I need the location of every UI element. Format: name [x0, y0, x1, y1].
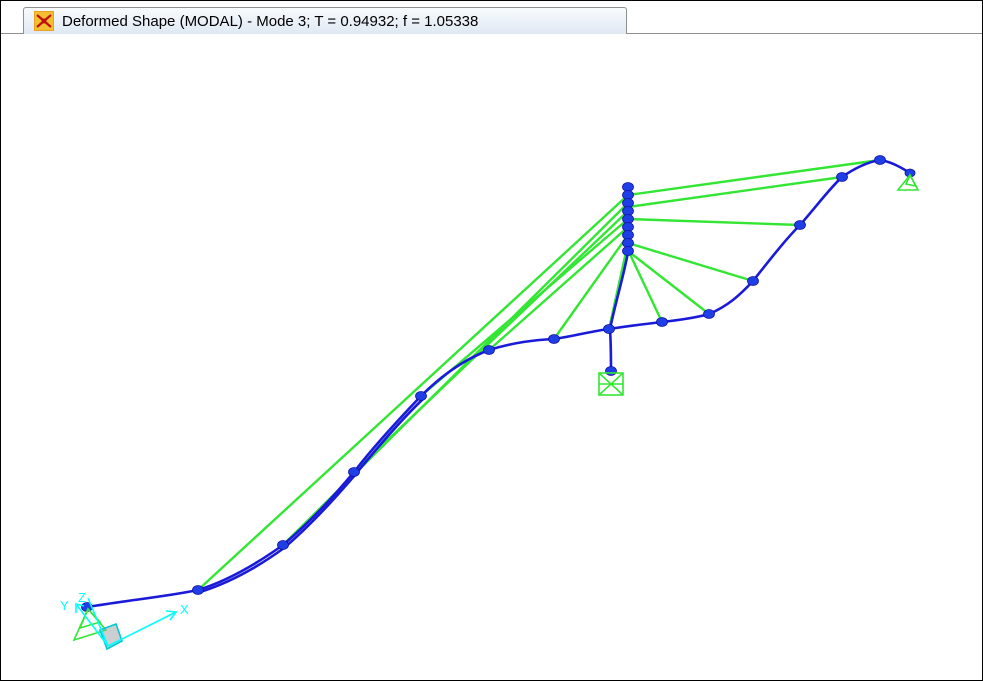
cable-group — [197, 158, 881, 591]
pin-support-icon[interactable] — [896, 173, 920, 191]
joint[interactable] — [622, 246, 634, 256]
deck-frame — [86, 158, 911, 609]
deformed-shape-drawing[interactable]: X Y Z — [0, 0, 983, 681]
x-axis-label: X — [180, 602, 189, 617]
cable — [626, 249, 664, 323]
joint[interactable] — [277, 540, 289, 550]
cable — [353, 210, 629, 473]
joint[interactable] — [605, 366, 617, 376]
cable — [627, 241, 754, 283]
cable — [197, 194, 629, 591]
joint[interactable] — [192, 585, 204, 595]
joint[interactable] — [656, 317, 668, 327]
z-axis-label: Z — [78, 590, 86, 605]
y-axis-label: Y — [60, 598, 69, 613]
joint[interactable] — [703, 309, 715, 319]
joint[interactable] — [794, 220, 806, 230]
cable — [627, 217, 801, 227]
joint[interactable] — [836, 172, 848, 182]
joint[interactable] — [415, 391, 427, 401]
fixed-support-icon[interactable] — [598, 372, 624, 396]
cable — [627, 250, 710, 315]
joint[interactable] — [548, 334, 560, 344]
deck-frame-offset — [199, 398, 424, 594]
joint[interactable] — [747, 276, 759, 286]
joint[interactable] — [348, 467, 360, 477]
axes-triad — [75, 597, 178, 651]
joint[interactable] — [483, 345, 495, 355]
joint[interactable] — [874, 155, 886, 165]
joint[interactable] — [603, 324, 615, 334]
cable — [627, 175, 843, 209]
frame-group — [86, 158, 911, 609]
support-group — [72, 173, 920, 642]
